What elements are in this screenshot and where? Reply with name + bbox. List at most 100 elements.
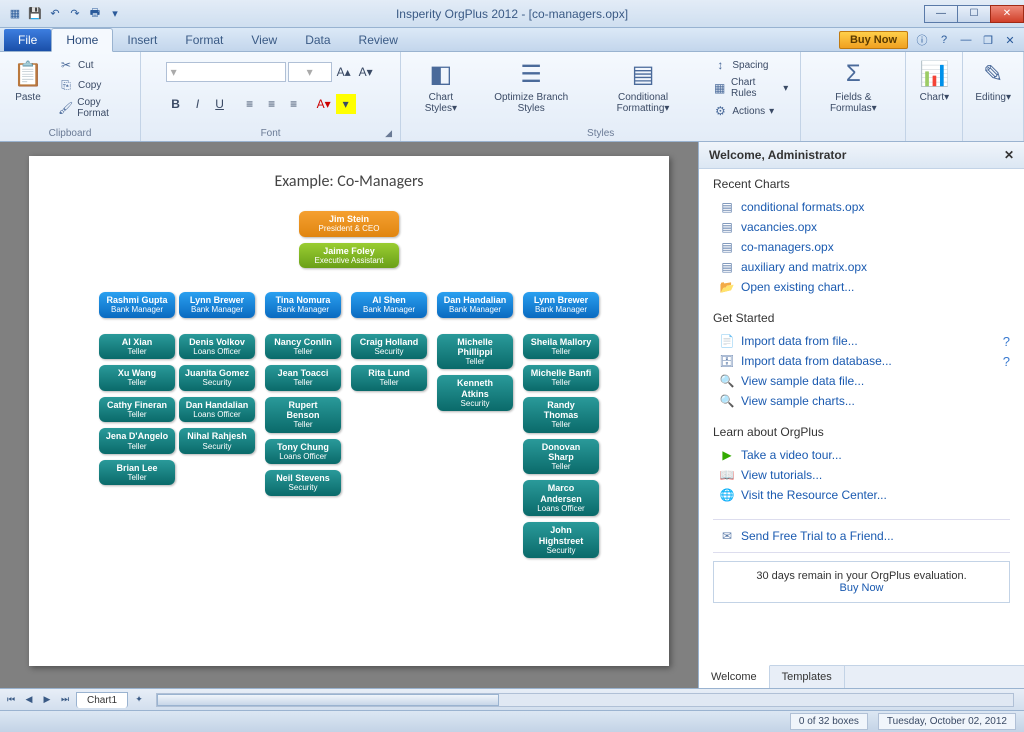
org-node[interactable]: Tina NomuraBank Manager <box>265 292 341 318</box>
tab-insert[interactable]: Insert <box>113 29 171 51</box>
close-button[interactable]: ✕ <box>990 5 1024 23</box>
org-node[interactable]: Rashmi GuptaBank Manager <box>99 292 175 318</box>
font-dialog-launcher[interactable]: ◢ <box>385 128 392 139</box>
org-node[interactable]: Rupert BensonTeller <box>265 397 341 433</box>
chart-rules-button[interactable]: ▦Chart Rules ▾ <box>708 76 792 100</box>
org-node[interactable]: Rita LundTeller <box>351 365 427 391</box>
sp-tab-welcome[interactable]: Welcome <box>699 665 770 688</box>
sp-tab-templates[interactable]: Templates <box>770 666 845 688</box>
minimize-button[interactable]: — <box>924 5 958 23</box>
resource-center-link[interactable]: 🌐Visit the Resource Center... <box>713 485 1010 505</box>
tab-format[interactable]: Format <box>171 29 237 51</box>
next-sheet-icon[interactable]: ▶ <box>40 693 54 707</box>
undo-icon[interactable]: ↶ <box>46 5 64 23</box>
font-color-button[interactable]: A▾ <box>314 94 334 114</box>
copy-format-button[interactable]: 🖌Copy Format <box>54 96 132 120</box>
org-node[interactable]: Jean ToacciTeller <box>265 365 341 391</box>
last-sheet-icon[interactable]: ⏭ <box>58 693 72 707</box>
chart-styles-button[interactable]: ◧Chart Styles▾ <box>409 56 473 116</box>
italic-button[interactable]: I <box>188 94 208 114</box>
node-ea[interactable]: Jaime FoleyExecutive Assistant <box>299 243 399 269</box>
scroll-thumb[interactable] <box>157 694 499 706</box>
first-sheet-icon[interactable]: ⏮ <box>4 693 18 707</box>
node-ceo[interactable]: Jim SteinPresident & CEO <box>299 211 399 237</box>
paste-button[interactable]: 📋 Paste <box>8 56 48 105</box>
tutorials-link[interactable]: 📖View tutorials... <box>713 465 1010 485</box>
font-family-select[interactable]: ▾ <box>166 62 286 82</box>
org-node[interactable]: Lynn BrewerBank Manager <box>523 292 599 318</box>
org-node[interactable]: Randy ThomasTeller <box>523 397 599 433</box>
chart-button[interactable]: 📊Chart▾ <box>914 56 954 105</box>
buy-now-link[interactable]: Buy Now <box>839 582 883 594</box>
bold-button[interactable]: B <box>166 94 186 114</box>
recent-chart-link[interactable]: ▤conditional formats.opx <box>713 197 1010 217</box>
sheet-tab-chart1[interactable]: Chart1 <box>76 692 128 708</box>
fields-formulas-button[interactable]: ΣFields & Formulas▾ <box>809 56 897 116</box>
org-node[interactable]: Juanita GomezSecurity <box>179 365 255 391</box>
org-node[interactable]: Michelle PhillippiTeller <box>437 334 513 370</box>
recent-chart-link[interactable]: ▤auxiliary and matrix.opx <box>713 257 1010 277</box>
shrink-font-icon[interactable]: A▾ <box>356 62 376 82</box>
org-node[interactable]: Tony ChungLoans Officer <box>265 439 341 465</box>
org-node[interactable]: Craig HollandSecurity <box>351 334 427 360</box>
org-node[interactable]: Neil StevensSecurity <box>265 470 341 496</box>
org-node[interactable]: Nancy ConlinTeller <box>265 334 341 360</box>
horizontal-scrollbar[interactable] <box>156 693 1014 707</box>
org-node[interactable]: Brian LeeTeller <box>99 460 175 486</box>
prev-sheet-icon[interactable]: ◀ <box>22 693 36 707</box>
conditional-formatting-button[interactable]: ▤Conditional Formatting▾ <box>590 56 697 116</box>
editing-button[interactable]: ✎Editing▾ <box>971 56 1015 105</box>
close-panel-icon[interactable]: ✕ <box>1004 148 1014 162</box>
tab-data[interactable]: Data <box>291 29 344 51</box>
org-node[interactable]: Lynn BrewerBank Manager <box>179 292 255 318</box>
video-tour-link[interactable]: ▶Take a video tour... <box>713 445 1010 465</box>
sample-data-link[interactable]: 🔍View sample data file... <box>713 371 1010 391</box>
help-icon[interactable]: ? <box>1003 354 1010 369</box>
grow-font-icon[interactable]: A▴ <box>334 62 354 82</box>
org-node[interactable]: Sheila MalloryTeller <box>523 334 599 360</box>
org-node[interactable]: Cathy FineranTeller <box>99 397 175 423</box>
copy-button[interactable]: ⎘Copy <box>54 76 132 94</box>
maximize-button[interactable]: ☐ <box>957 5 991 23</box>
app-icon[interactable]: ▦ <box>6 5 24 23</box>
minimize-ribbon-icon[interactable]: — <box>958 32 974 48</box>
align-center-icon[interactable]: ≡ <box>262 94 282 114</box>
org-node[interactable]: Al XianTeller <box>99 334 175 360</box>
tab-view[interactable]: View <box>237 29 291 51</box>
help-icon[interactable]: ? <box>936 32 952 48</box>
close-child-icon[interactable]: ✕ <box>1002 32 1018 48</box>
org-node[interactable]: John HighstreetSecurity <box>523 522 599 558</box>
org-node[interactable]: Michelle BanfiTeller <box>523 365 599 391</box>
canvas-area[interactable]: Example: Co-Managers Jim SteinPresident … <box>0 142 698 688</box>
org-node[interactable]: Jena D'AngeloTeller <box>99 428 175 454</box>
org-node[interactable]: Donovan SharpTeller <box>523 439 599 475</box>
highlight-button[interactable]: ▾ <box>336 94 356 114</box>
align-right-icon[interactable]: ≡ <box>284 94 304 114</box>
underline-button[interactable]: U <box>210 94 230 114</box>
org-node[interactable]: Nihal RahjeshSecurity <box>179 428 255 454</box>
org-node[interactable]: Al ShenBank Manager <box>351 292 427 318</box>
file-tab[interactable]: File <box>4 29 51 51</box>
sample-charts-link[interactable]: 🔍View sample charts... <box>713 391 1010 411</box>
open-existing-chart-link[interactable]: 📂Open existing chart... <box>713 277 1010 297</box>
optimize-branch-button[interactable]: ☰Optimize Branch Styles <box>479 56 584 116</box>
org-node[interactable]: Marco AndersenLoans Officer <box>523 480 599 516</box>
redo-icon[interactable]: ↷ <box>66 5 84 23</box>
send-trial-link[interactable]: ✉Send Free Trial to a Friend... <box>713 519 1010 553</box>
new-sheet-icon[interactable]: ✦ <box>132 693 146 707</box>
align-left-icon[interactable]: ≡ <box>240 94 260 114</box>
recent-chart-link[interactable]: ▤vacancies.opx <box>713 217 1010 237</box>
org-node[interactable]: Dan HandalianBank Manager <box>437 292 513 318</box>
actions-button[interactable]: ⚙Actions ▾ <box>708 102 792 120</box>
tab-review[interactable]: Review <box>345 29 412 51</box>
spacing-button[interactable]: ↕Spacing <box>708 56 792 74</box>
help-icon[interactable]: ? <box>1003 334 1010 349</box>
save-icon[interactable]: 💾 <box>26 5 44 23</box>
import-db-link[interactable]: 🗄Import data from database...? <box>713 351 1010 371</box>
cut-button[interactable]: ✂Cut <box>54 56 132 74</box>
org-node[interactable]: Xu WangTeller <box>99 365 175 391</box>
font-size-select[interactable]: ▾ <box>288 62 332 82</box>
info-icon[interactable]: ⓘ <box>914 32 930 48</box>
recent-chart-link[interactable]: ▤co-managers.opx <box>713 237 1010 257</box>
print-icon[interactable]: 🖶 <box>86 5 104 23</box>
